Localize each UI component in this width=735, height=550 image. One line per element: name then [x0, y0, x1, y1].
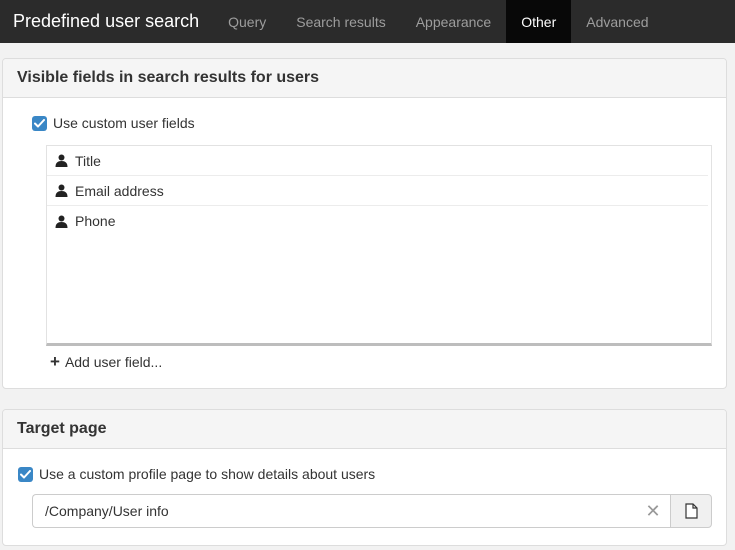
navbar-brand: Predefined user search: [13, 11, 200, 31]
use-custom-fields-row: Use custom user fields: [32, 115, 195, 131]
user-icon: [55, 184, 68, 197]
target-page-input-group: ✕: [32, 494, 712, 528]
plus-icon: +: [50, 352, 60, 371]
add-user-field-label: Add user field...: [64, 353, 163, 370]
use-custom-profile-row: Use a custom profile page to show detail…: [18, 466, 375, 482]
list-item[interactable]: Phone: [47, 206, 708, 236]
use-custom-profile-checkbox[interactable]: [18, 466, 33, 482]
tab-other[interactable]: Other: [506, 0, 572, 43]
target-page-heading: Target page: [3, 410, 726, 449]
browse-page-button[interactable]: [670, 494, 712, 528]
user-icon: [55, 154, 68, 167]
check-icon: [20, 469, 31, 478]
user-icon: [55, 215, 68, 228]
navbar-tabs: Query Search results Appearance Other Ad…: [213, 0, 663, 43]
use-custom-fields-checkbox[interactable]: [32, 115, 47, 131]
use-custom-profile-label: Use a custom profile page to show detail…: [39, 466, 376, 482]
target-page-panel: Target page Use a custom profile page to…: [2, 409, 727, 546]
field-label: Phone: [75, 213, 116, 229]
tab-appearance[interactable]: Appearance: [401, 0, 507, 43]
tab-advanced[interactable]: Advanced: [571, 0, 663, 43]
tab-query[interactable]: Query: [213, 0, 281, 43]
check-icon: [34, 118, 45, 127]
field-label: Email address: [75, 182, 164, 199]
target-page-input[interactable]: [32, 494, 670, 528]
tab-search-results[interactable]: Search results: [281, 0, 400, 43]
field-label: Title: [75, 152, 101, 169]
add-user-field-button[interactable]: + Add user field...: [50, 353, 162, 370]
visible-fields-heading: Visible fields in search results for use…: [3, 59, 726, 98]
top-navbar: Predefined user search Query Search resu…: [0, 0, 735, 43]
list-item[interactable]: Email address: [47, 176, 708, 206]
visible-fields-panel: Visible fields in search results for use…: [2, 58, 727, 389]
user-fields-list: Title Email address Phone: [46, 145, 712, 346]
document-icon: [684, 503, 698, 519]
clear-icon[interactable]: ✕: [644, 502, 662, 520]
list-item[interactable]: Title: [47, 146, 708, 176]
use-custom-fields-label: Use custom user fields: [53, 115, 195, 131]
